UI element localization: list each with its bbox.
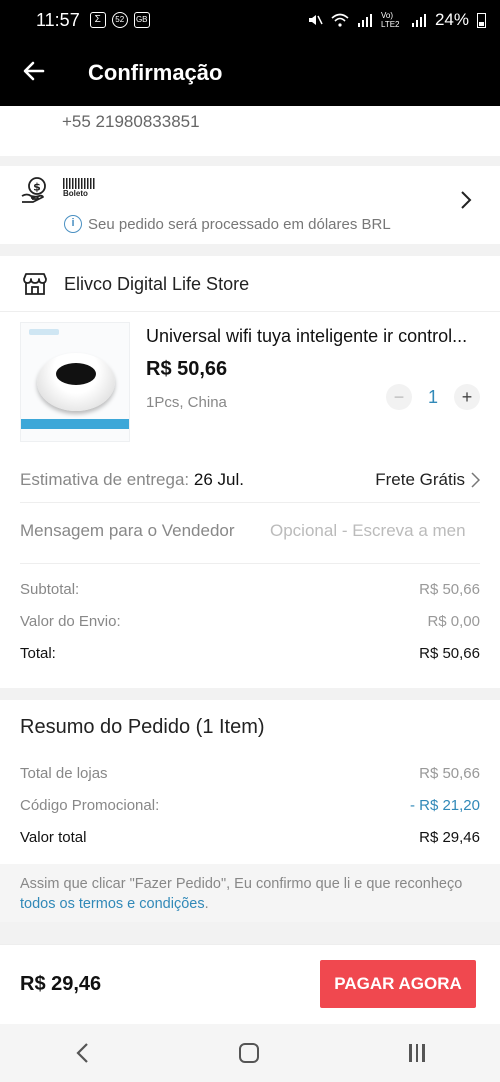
nav-home-icon[interactable] <box>239 1043 260 1063</box>
nav-recents-icon[interactable] <box>409 1044 425 1062</box>
store-name: Elivco Digital Life Store <box>64 274 250 294</box>
terms-text: Assim que clicar "Fazer Pedido", Eu conf… <box>20 876 463 892</box>
address-phone: +55 21980833851 <box>62 112 200 131</box>
subtotal-label: Subtotal: <box>20 581 80 598</box>
mute-icon <box>308 15 323 25</box>
currency-info: i Seu pedido será processado em dólares … <box>64 215 391 233</box>
shipping-option[interactable]: Frete Grátis <box>375 470 480 490</box>
promo-code-label: Código Promocional: <box>20 797 160 814</box>
grand-total-value: R$ 29,46 <box>419 829 480 846</box>
product-price: R$ 50,66 <box>146 358 228 380</box>
delivery-date: 26 Jul. <box>193 470 244 489</box>
signal-icon <box>357 14 372 27</box>
shipping-cost-row: Valor do Envio: R$ 0,00 <box>20 613 480 630</box>
store-header[interactable]: Elivco Digital Life Store <box>0 256 500 312</box>
chevron-right-icon <box>461 191 472 209</box>
terms-link[interactable]: todos os termos e condições <box>20 896 205 912</box>
subtotal-row: Subtotal: R$ 50,66 <box>20 581 480 598</box>
back-button[interactable] <box>0 59 70 88</box>
increase-quantity-button[interactable]: + <box>454 384 480 410</box>
store-icon <box>23 273 47 295</box>
sigma-icon: Σ <box>89 12 106 28</box>
subtotal-value: R$ 50,66 <box>419 581 480 598</box>
quantity-value: 1 <box>427 386 438 407</box>
terms-notice: Assim que clicar "Fazer Pedido", Eu conf… <box>0 864 500 922</box>
app-bar: Confirmação <box>0 40 500 106</box>
store-total-value: R$ 50,66 <box>419 645 480 662</box>
checkout-bar: R$ 29,46 PAGAR AGORA <box>0 944 500 1024</box>
delivery-label: Estimativa de entrega: <box>20 470 190 489</box>
order-summary-title: Resumo do Pedido (1 Item) <box>20 716 265 738</box>
divider <box>20 502 480 503</box>
boleto-icon: Boleto <box>63 178 95 200</box>
product-item: Universal wifi tuya inteligente ir contr… <box>0 312 500 442</box>
delivery-row[interactable]: Estimativa de entrega: 26 Jul. Frete Grá… <box>20 470 480 490</box>
signal-icon-2 <box>411 14 426 27</box>
shipping-label: Frete Grátis <box>375 470 465 489</box>
divider <box>0 688 500 700</box>
badge-52-icon: 52 <box>111 12 128 28</box>
grand-total-row: Valor total R$ 29,46 <box>20 829 480 846</box>
stores-total-label: Total de lojas <box>20 765 108 782</box>
seller-message-input[interactable]: Opcional - Escreva a men <box>270 521 480 541</box>
battery-icon <box>477 12 486 28</box>
divider <box>0 244 500 256</box>
svg-text:$: $ <box>33 181 41 194</box>
lte-indicator: Vo) LTE2 <box>380 11 400 29</box>
product-title[interactable]: Universal wifi tuya inteligente ir contr… <box>146 326 486 347</box>
checkout-total: R$ 29,46 <box>20 973 102 995</box>
status-right: Vo) LTE2 24% <box>307 10 486 30</box>
info-icon: i <box>64 215 82 233</box>
terms-end: . <box>204 896 209 912</box>
divider <box>20 563 480 564</box>
arrow-left-icon <box>23 61 45 80</box>
store-total-label: Total: <box>20 645 56 662</box>
grand-total-label: Valor total <box>20 829 87 846</box>
nav-back-icon[interactable] <box>75 1042 89 1064</box>
system-nav-bar <box>0 1024 500 1082</box>
currency-info-text: Seu pedido será processado em dólares BR… <box>88 215 391 233</box>
divider <box>0 922 500 944</box>
promo-code-row[interactable]: Código Promocional: - R$ 21,20 <box>20 797 480 814</box>
pay-now-button[interactable]: PAGAR AGORA <box>320 960 476 1008</box>
status-bar: 11:57 Σ 52 GB Vo) LTE2 24% <box>0 0 500 40</box>
page-title: Confirmação <box>88 60 223 85</box>
stores-total-row: Total de lojas R$ 50,66 <box>20 765 480 782</box>
stores-total-value: R$ 50,66 <box>419 765 480 782</box>
quantity-stepper: − 1 + <box>386 384 480 410</box>
status-time: 11:57 <box>36 9 80 30</box>
store-total-row: Total: R$ 50,66 <box>20 645 480 662</box>
status-notification-icons: Σ 52 GB <box>89 12 150 28</box>
wifi-icon <box>331 13 349 27</box>
seller-message-row: Mensagem para o Vendedor Opcional - Escr… <box>20 521 480 541</box>
payment-hand-coin-icon: $ <box>21 177 46 203</box>
gb-icon: GB <box>133 12 150 28</box>
payment-method-row[interactable]: $ Boleto i Seu pedido será processado em… <box>0 166 500 244</box>
seller-message-label: Mensagem para o Vendedor <box>20 521 235 540</box>
chevron-right-icon <box>471 472 480 488</box>
shipping-cost-value: R$ 0,00 <box>427 613 480 630</box>
shipping-cost-label: Valor do Envio: <box>20 613 121 630</box>
battery-percent: 24% <box>434 10 469 29</box>
promo-code-value: - R$ 21,20 <box>409 797 480 814</box>
product-variant[interactable]: 1Pcs, China <box>146 394 227 411</box>
divider <box>0 156 500 166</box>
product-thumbnail[interactable] <box>20 322 130 442</box>
decrease-quantity-button[interactable]: − <box>386 384 412 410</box>
